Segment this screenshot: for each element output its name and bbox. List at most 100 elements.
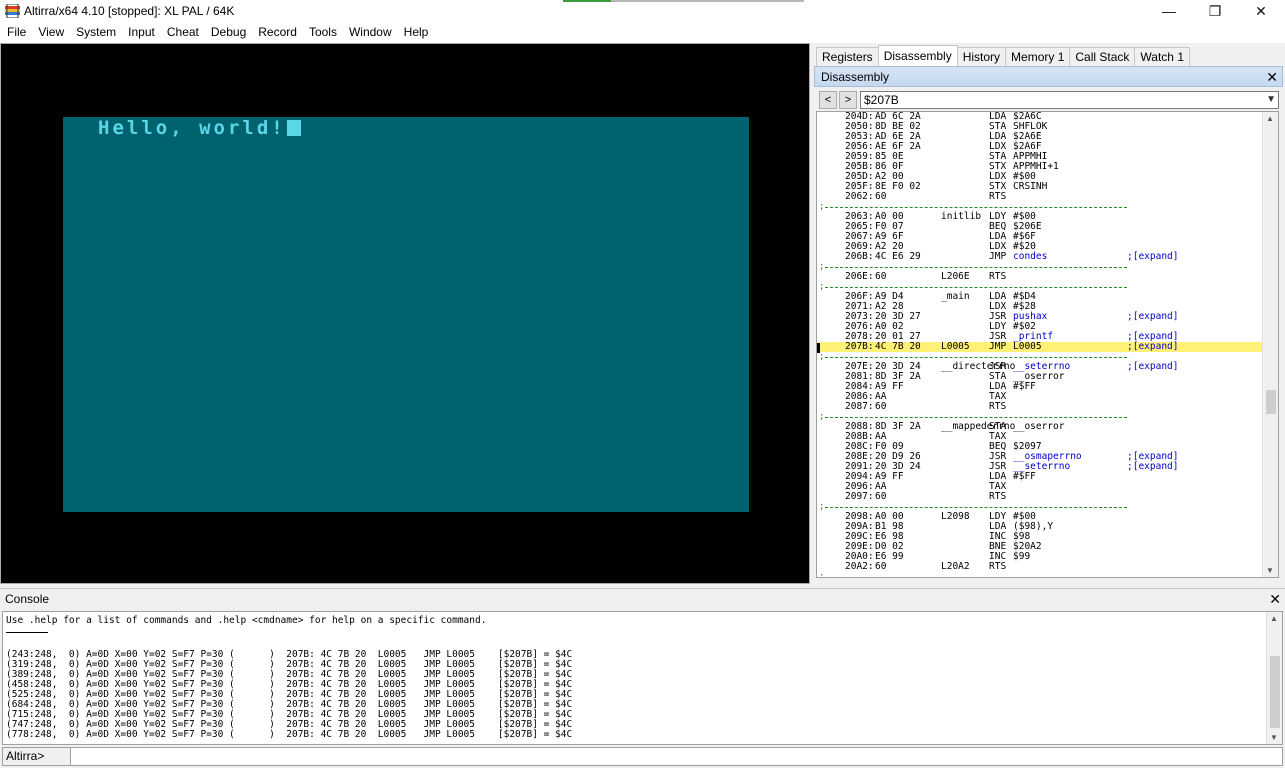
atari-screen[interactable]: Hello, world! [63,117,749,512]
disasm-line[interactable]: 2097: 60 RTS [817,492,1264,502]
disassembly-header: Disassembly ✕ [814,66,1283,87]
forward-button[interactable]: > [839,91,857,109]
address-input[interactable] [861,92,1256,108]
altirra-app-icon [5,4,20,18]
console-command-input[interactable] [73,749,1273,764]
scroll-down-icon[interactable]: ▼ [1270,733,1278,742]
disasm-addr: 2097: [845,491,874,502]
disasm-label: initlib [941,211,982,222]
menu-tools[interactable]: Tools [303,22,343,43]
disassembly-nav: < > ▼ [816,90,1281,110]
block-separator [817,572,1264,577]
menu-input[interactable]: Input [122,22,161,43]
menu-system[interactable]: System [70,22,122,43]
menu-help[interactable]: Help [398,22,435,43]
disasm-op: RTS [989,561,1007,572]
menu-window[interactable]: Window [343,22,398,43]
emulator-display[interactable]: Hello, world! [0,43,810,584]
tab-memory-1[interactable]: Memory 1 [1005,47,1071,66]
disasm-addr: 206E: [845,271,874,282]
console-line: (778:248, 0) A=0D X=00 Y=02 S=F7 P=30 ( … [6,729,573,740]
disasm-op: RTS [989,491,1007,502]
menu-cheat[interactable]: Cheat [161,22,205,43]
menu-debug[interactable]: Debug [205,22,252,43]
tab-disassembly[interactable]: Disassembly [877,45,958,66]
disassembly-title: Disassembly [821,70,890,84]
disasm-op: RTS [989,191,1007,202]
chevron-down-icon[interactable]: ▼ [1266,92,1276,108]
scroll-down-icon[interactable]: ▼ [1266,566,1274,575]
disasm-line[interactable]: 206B: 4C E6 29 JMP condes ;[expand] [817,252,1264,262]
disasm-label: L206E [941,271,970,282]
scroll-thumb[interactable] [1270,656,1280,728]
disasm-exp[interactable]: ;[expand] [1127,342,1178,352]
title-accent-bar [563,0,804,2]
disassembly-lines: 204D: AD 6C 2A LDA $2A6C 2050: 8D BE 02 STA SHF… [817,112,1264,577]
disasm-op: JMP [989,251,1007,262]
disasm-exp[interactable]: ;[expand] [1127,462,1178,472]
current-pc-marker [817,343,820,353]
disasm-bytes: 60 [875,191,887,202]
disasm-label: L0005 [941,341,970,352]
disasm-label: L20A2 [941,561,970,572]
disasm-line[interactable]: 2087: 60 RTS [817,402,1264,412]
console-divider [6,632,48,633]
disasm-arg: CRSINH [1013,181,1048,192]
disasm-arg: #$FF [1013,471,1036,482]
scroll-up-icon[interactable]: ▲ [1266,114,1274,123]
menu-record[interactable]: Record [252,22,303,43]
close-disassembly-icon[interactable]: ✕ [1266,69,1278,86]
debugger-tabs: Registers Disassembly History Memory 1 C… [816,45,1190,66]
disasm-arg: $99 [1013,551,1031,562]
disasm-bytes: 4C E6 29 [875,251,921,262]
title-bar[interactable]: Altirra/x64 4.10 [stopped]: XL PAL / 64K… [0,0,1285,22]
disassembly-view[interactable]: 204D: AD 6C 2A LDA $2A6C 2050: 8D BE 02 STA SHF… [816,111,1279,578]
disasm-bytes: 60 [875,491,887,502]
disasm-line[interactable]: 20A2: 60 L20A2 RTS [817,562,1264,572]
tab-registers[interactable]: Registers [816,47,879,66]
console-scrollbar[interactable]: ▲ ▼ [1266,612,1282,744]
disasm-bytes: 60 [875,401,887,412]
tab-call-stack[interactable]: Call Stack [1069,47,1136,66]
disasm-arg: L0005 [1013,341,1042,352]
console-help-line: Use .help for a list of commands and .he… [6,615,487,626]
window-title: Altirra/x64 4.10 [stopped]: XL PAL / 64K [24,4,235,18]
disassembly-scrollbar[interactable]: ▲ ▼ [1262,112,1278,577]
tab-history[interactable]: History [956,47,1007,66]
menu-view[interactable]: View [32,22,70,43]
disasm-exp[interactable]: ;[expand] [1127,312,1178,322]
disasm-exp[interactable]: ;[expand] [1127,252,1178,262]
menu-bar: File View System Input Cheat Debug Recor… [0,22,1285,43]
disasm-op: JMP [989,341,1007,352]
back-button[interactable]: < [819,91,837,109]
disasm-label: _main [941,291,970,302]
menu-file[interactable]: File [1,22,32,43]
disasm-line[interactable]: 2062: 60 RTS [817,192,1264,202]
disasm-line[interactable]: 206E: 60 L206E RTS [817,272,1264,282]
disasm-addr: 20A2: [845,561,874,572]
disasm-arg: __oserror [1013,421,1065,432]
text-cursor [286,120,301,136]
disasm-exp[interactable]: ;[expand] [1127,362,1178,372]
disasm-line-current[interactable]: 207B: 4C 7B 20 L0005 JMP L0005 ;[expand] [817,342,1264,352]
disasm-addr: 2087: [845,401,874,412]
address-combo[interactable]: ▼ [860,91,1279,109]
debugger-pane: Registers Disassembly History Memory 1 C… [812,43,1285,584]
restore-button[interactable]: ❐ [1192,0,1238,22]
console-header: Console ✕ [0,588,1285,610]
close-window-button[interactable]: ✕ [1238,0,1284,22]
disasm-bytes: 60 [875,561,887,572]
close-console-icon[interactable]: ✕ [1269,591,1281,608]
disasm-addr: 206B: [845,251,874,262]
disasm-label: L2098 [941,511,970,522]
console-output[interactable]: Use .help for a list of commands and .he… [2,611,1283,745]
disasm-op: RTS [989,401,1007,412]
disasm-arg: #$FF [1013,381,1036,392]
screen-text: Hello, world! [98,117,301,139]
scroll-thumb[interactable] [1266,390,1276,414]
console-prompt: Altirra> [3,748,71,765]
scroll-up-icon[interactable]: ▲ [1270,614,1278,623]
tab-watch-1[interactable]: Watch 1 [1134,47,1190,66]
disasm-addr: 2062: [845,191,874,202]
minimize-button[interactable]: — [1146,0,1192,22]
